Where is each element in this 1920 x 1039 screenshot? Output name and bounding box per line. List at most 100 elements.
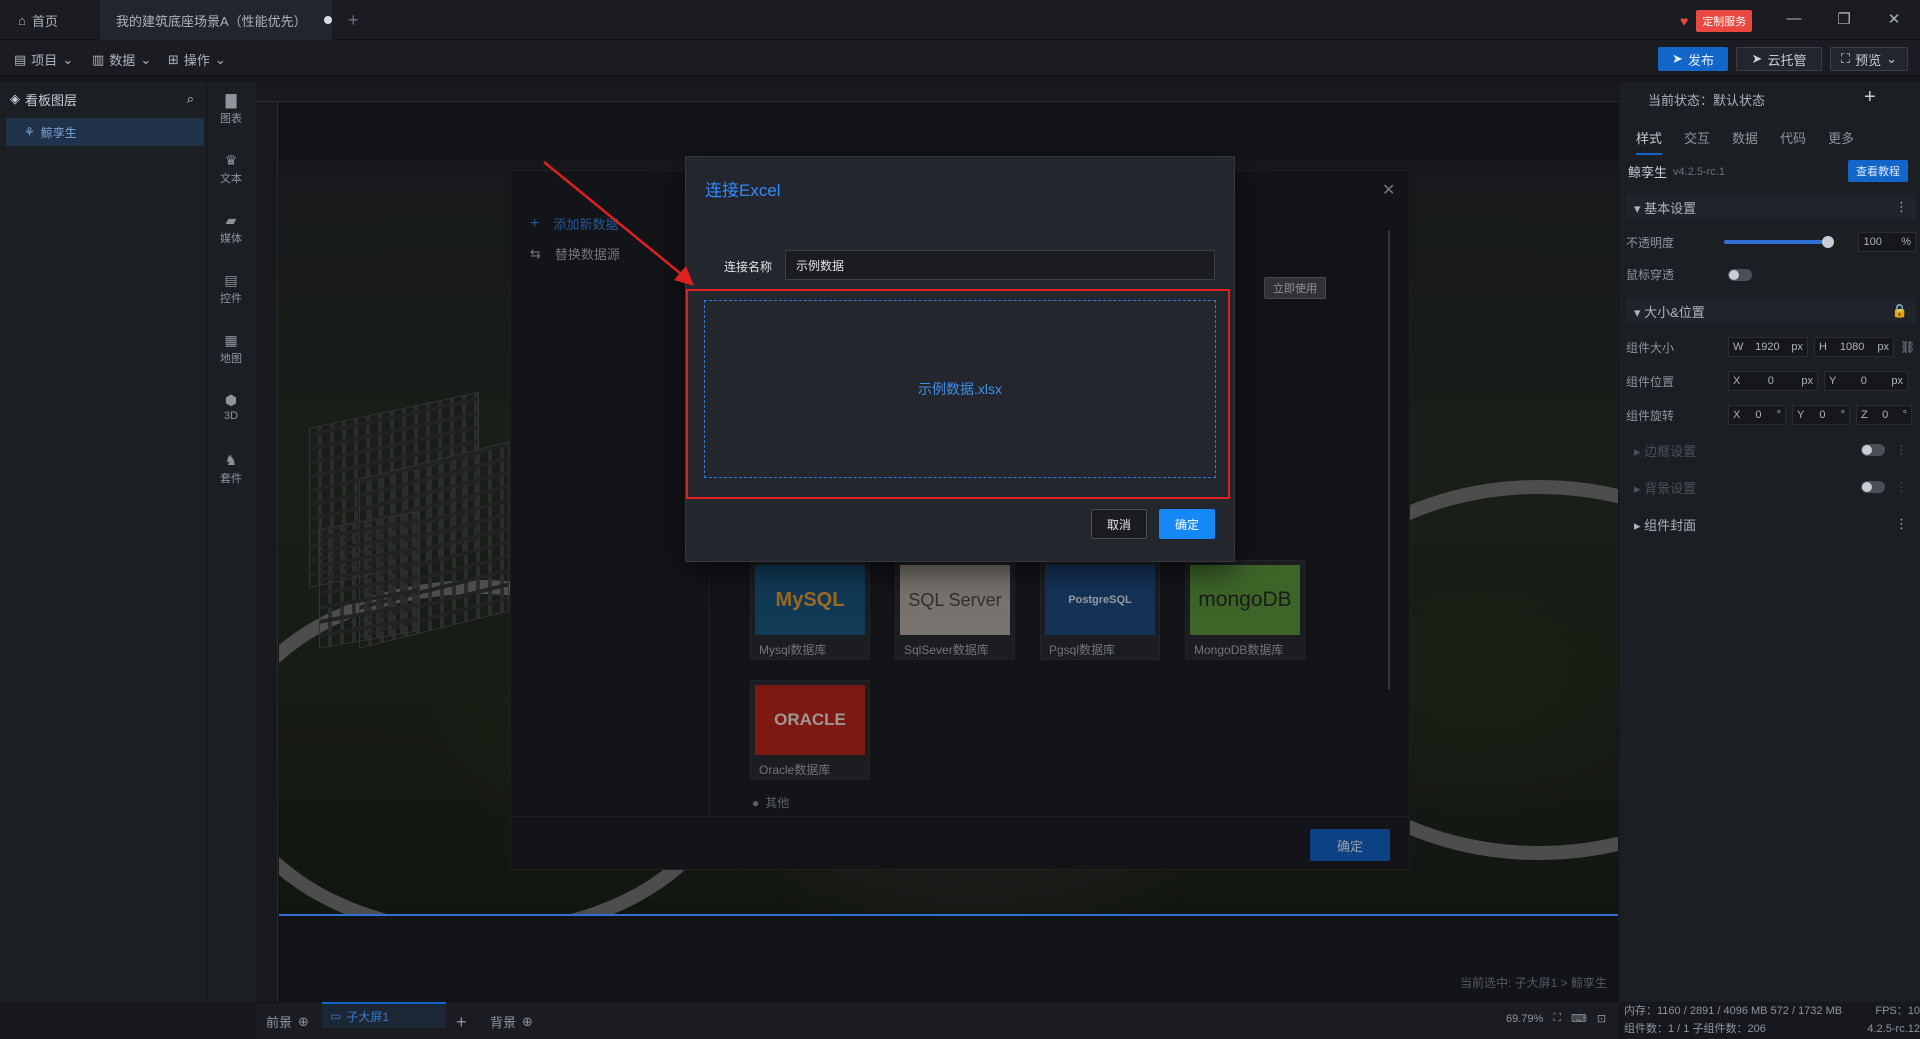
position-row: 组件位置 X 0 px Y 0 px xyxy=(1626,371,1916,391)
x-axis-label: X xyxy=(1733,375,1741,387)
foreground-tab[interactable]: 前景 ⊕ xyxy=(266,1012,309,1031)
tool-media[interactable]: ▰ 媒体 xyxy=(208,212,254,246)
document-tab[interactable]: 我的建筑底座场景A（性能优先） xyxy=(100,0,332,40)
rotation-x-axis-label: X xyxy=(1733,409,1741,421)
add-circle-icon[interactable]: ⊕ xyxy=(522,1014,533,1030)
confirm-button[interactable]: 确定 xyxy=(1159,509,1215,539)
preview-label: 预览 xyxy=(1855,52,1882,68)
foreground-label: 前景 xyxy=(266,1015,293,1030)
size-row: 组件大小 W 1920 px H 1080 px ⛓ xyxy=(1626,337,1916,357)
rotation-label: 组件旋转 xyxy=(1626,408,1675,423)
more-icon[interactable]: ⋮ xyxy=(1895,199,1908,215)
add-state-button[interactable]: + xyxy=(1864,86,1876,109)
heart-icon: ♥ xyxy=(1680,13,1689,29)
border-toggle[interactable] xyxy=(1861,444,1885,456)
keyboard-icon[interactable]: ⌨ xyxy=(1571,1012,1587,1025)
dialog-title: 连接Excel xyxy=(705,181,781,200)
section-border-settings[interactable]: ▸ 边框设置 ⋮ xyxy=(1626,437,1916,463)
preview-button[interactable]: ⛶ 预览 ⌄ xyxy=(1830,47,1908,71)
add-screen-button[interactable]: + xyxy=(456,1012,467,1033)
fit-screen-icon[interactable]: ⛶ xyxy=(1553,1012,1561,1025)
height-input[interactable]: H 1080 px xyxy=(1814,337,1894,357)
document-tab-label: 我的建筑底座场景A（性能优先） xyxy=(116,13,307,29)
section-cover-label: 组件封面 xyxy=(1644,517,1697,533)
opacity-input[interactable]: 100 % xyxy=(1858,232,1916,252)
more-icon[interactable]: ⋮ xyxy=(1895,442,1908,458)
close-window-button[interactable]: ✕ xyxy=(1884,10,1904,28)
unsaved-dot-icon xyxy=(324,16,332,24)
chevron-down-icon: ⌄ xyxy=(214,51,226,67)
mouse-through-row: 鼠标穿透 xyxy=(1626,266,1916,283)
control-icon: ▤ xyxy=(224,272,238,288)
mouse-through-label: 鼠标穿透 xyxy=(1626,268,1675,282)
layer-item[interactable]: ⚘ 鲸孪生 xyxy=(6,118,204,146)
rotation-y-unit: ° xyxy=(1840,409,1845,421)
terminal-icon[interactable]: ⊡ xyxy=(1597,1012,1606,1025)
tab-code[interactable]: 代码 xyxy=(1780,128,1806,155)
caret-right-icon: ▸ xyxy=(1634,517,1645,533)
link-icon[interactable]: ⛓ xyxy=(1900,340,1915,354)
tab-data[interactable]: 数据 xyxy=(1732,128,1758,155)
menu-data[interactable]: ▥ 数据 ⌄ xyxy=(92,50,151,69)
lock-icon[interactable]: 🔒 xyxy=(1892,303,1908,319)
home-tab[interactable]: ⌂ 首页 xyxy=(18,8,58,32)
tool-control[interactable]: ▤ 控件 xyxy=(208,272,254,306)
layer-item-label: 鲸孪生 xyxy=(40,125,77,140)
layer-component-icon: ⚘ xyxy=(24,125,35,139)
rotation-z-input[interactable]: Z 0 ° xyxy=(1856,405,1912,425)
caret-down-icon: ▾ xyxy=(1634,304,1645,320)
more-icon[interactable]: ⋮ xyxy=(1895,516,1908,532)
y-unit: px xyxy=(1891,375,1903,387)
rotation-x-input[interactable]: X 0 ° xyxy=(1728,405,1786,425)
menu-project[interactable]: ▤ 项目 ⌄ xyxy=(14,50,73,69)
cancel-button[interactable]: 取消 xyxy=(1091,509,1147,539)
mouse-through-toggle[interactable] xyxy=(1728,268,1752,281)
tool-text[interactable]: ♛ 文本 xyxy=(208,152,254,186)
search-icon[interactable]: ⌕ xyxy=(187,91,194,107)
current-state-label[interactable]: 当前状态：默认状态 xyxy=(1648,90,1765,109)
y-input[interactable]: Y 0 px xyxy=(1824,371,1908,391)
tab-style[interactable]: 样式 xyxy=(1636,128,1663,155)
section-cover[interactable]: ▸ 组件封面 ⋮ xyxy=(1626,511,1916,537)
app-version: 4.2.5-rc.12 xyxy=(1867,1023,1920,1035)
x-input[interactable]: X 0 px xyxy=(1728,371,1818,391)
caret-down-icon: ▾ xyxy=(1634,200,1645,216)
rotation-z-unit: ° xyxy=(1902,409,1907,421)
tool-chart[interactable]: ▇ 图表 xyxy=(208,92,254,126)
more-icon[interactable]: ⋮ xyxy=(1895,479,1908,495)
background-tab[interactable]: 背景 ⊕ xyxy=(490,1012,533,1031)
section-background-settings[interactable]: ▸ 背景设置 ⋮ xyxy=(1626,474,1916,500)
text-icon: ♛ xyxy=(224,152,238,168)
chevron-down-icon: ⌄ xyxy=(140,51,152,67)
custom-service[interactable]: ♥ 定制服务 xyxy=(1680,10,1753,32)
rotation-y-input[interactable]: Y 0 ° xyxy=(1792,405,1850,425)
fps-stats: FPS：10 xyxy=(1875,1005,1920,1017)
connection-name-input[interactable]: 示例数据 xyxy=(785,250,1215,280)
section-size-position[interactable]: ▾ 大小&位置 🔒 xyxy=(1626,298,1916,324)
tool-kit[interactable]: ♞ 套件 xyxy=(208,452,254,486)
zoom-level[interactable]: 69.79% xyxy=(1506,1013,1543,1025)
screen-tab-active[interactable]: ▭ 子大屏1 xyxy=(322,1002,446,1028)
publish-button[interactable]: ➤ 发布 xyxy=(1658,47,1728,71)
new-tab-button[interactable]: + xyxy=(348,10,359,31)
layer-panel xyxy=(0,82,206,1002)
view-tutorial-button[interactable]: 查看教程 xyxy=(1848,160,1908,182)
background-toggle[interactable] xyxy=(1861,481,1885,493)
section-basic-settings[interactable]: ▾ 基本设置 ⋮ xyxy=(1626,194,1916,220)
tab-interaction[interactable]: 交互 xyxy=(1684,128,1710,155)
width-input[interactable]: W 1920 px xyxy=(1728,337,1808,357)
tab-more[interactable]: 更多 xyxy=(1828,128,1854,155)
restore-button[interactable]: ❐ xyxy=(1834,10,1854,28)
tool-map[interactable]: ▦ 地图 xyxy=(208,332,254,366)
top-ruler xyxy=(256,82,1618,102)
menu-operate[interactable]: ⊞ 操作 ⌄ xyxy=(168,50,226,69)
opacity-slider[interactable] xyxy=(1724,236,1835,248)
opacity-row: 不透明度 100 % xyxy=(1626,232,1916,252)
caret-right-icon: ▸ xyxy=(1634,443,1645,459)
tool-3d[interactable]: ⬢ 3D xyxy=(208,392,254,422)
width-axis-label: W xyxy=(1733,341,1744,353)
add-circle-icon[interactable]: ⊕ xyxy=(298,1014,309,1030)
minimize-button[interactable]: — xyxy=(1784,10,1804,27)
cloud-host-label: 云托管 xyxy=(1767,52,1807,68)
cloud-host-button[interactable]: ➤ 云托管 xyxy=(1736,47,1822,71)
